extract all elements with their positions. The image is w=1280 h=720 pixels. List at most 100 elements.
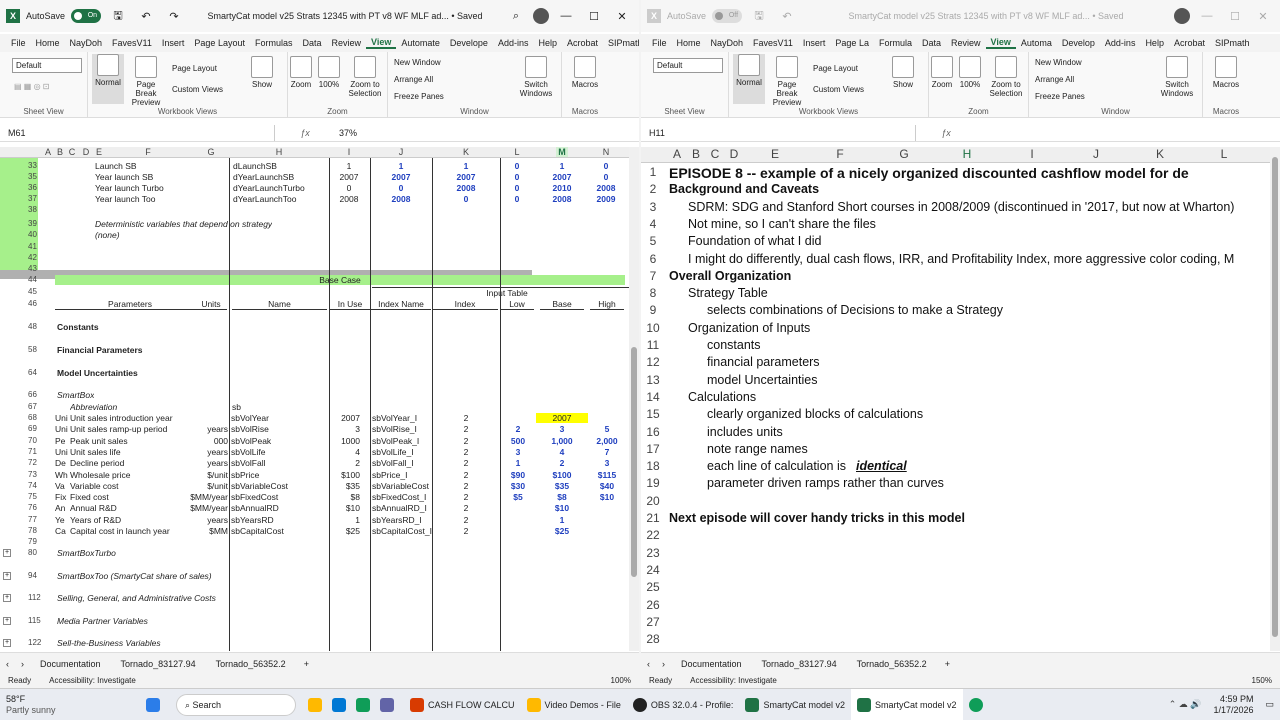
edge-icon[interactable] xyxy=(332,697,346,712)
menu-tab-page-layout[interactable]: Page Layout xyxy=(189,38,250,48)
normal-view-button[interactable]: Normal xyxy=(733,54,765,104)
row-number[interactable]: 41 xyxy=(28,242,82,251)
col-header[interactable]: E xyxy=(93,147,105,157)
col-header[interactable]: L xyxy=(511,147,523,157)
teams-icon[interactable] xyxy=(380,697,394,712)
row-number[interactable]: 5 xyxy=(641,234,665,248)
row-number[interactable]: 79 xyxy=(28,537,82,546)
file-explorer-icon[interactable] xyxy=(308,697,322,712)
param-base[interactable]: $25 xyxy=(536,526,588,536)
param-base[interactable]: 3 xyxy=(536,424,588,434)
col-header[interactable]: H xyxy=(961,147,973,161)
row-number[interactable]: 40 xyxy=(28,230,82,239)
col-header[interactable]: H xyxy=(273,147,285,157)
row-number[interactable]: 28 xyxy=(641,632,665,646)
page-layout-button[interactable]: Page Layout xyxy=(172,64,217,73)
menu-tab-review[interactable]: Review xyxy=(327,38,367,48)
row-number[interactable]: 43 xyxy=(28,264,82,273)
scroll-thumb[interactable] xyxy=(1272,157,1278,637)
sheet-tab-0[interactable]: Documentation xyxy=(671,659,752,669)
page-break-button[interactable]: Page Break Preview xyxy=(126,56,166,107)
param-low[interactable]: 2 xyxy=(503,424,533,434)
row-number[interactable]: 22 xyxy=(641,528,665,542)
param-base[interactable]: 2007 xyxy=(536,413,588,423)
row-number[interactable]: 11 xyxy=(641,338,665,352)
col-header[interactable]: B xyxy=(54,147,66,157)
menu-tab-insert[interactable]: Insert xyxy=(157,38,190,48)
avatar[interactable] xyxy=(1174,8,1190,24)
zoom-button[interactable]: Zoom xyxy=(929,56,955,89)
menu-tab-formula[interactable]: Formula xyxy=(874,38,917,48)
row-number[interactable]: 36 xyxy=(28,183,82,192)
accessibility-status[interactable]: Accessibility: Investigate xyxy=(690,676,777,685)
row-number[interactable]: 38 xyxy=(28,205,82,214)
show-button[interactable]: Show xyxy=(887,56,919,89)
worksheet-grid[interactable]: ABCDEFGHIJKLMN 33 Launch SB dLaunchSB 1 1 1 0 1… xyxy=(0,147,639,651)
col-header[interactable]: D xyxy=(80,147,92,157)
scroll-thumb[interactable] xyxy=(631,347,637,577)
col-header[interactable]: J xyxy=(395,147,407,157)
chrome-icon[interactable] xyxy=(356,697,370,712)
taskbar-item-obs[interactable]: OBS 32.0.4 - Profile: xyxy=(627,689,740,720)
col-header[interactable]: L xyxy=(1218,147,1230,161)
row-number[interactable]: 37 xyxy=(28,194,82,203)
show-button[interactable]: Show xyxy=(246,56,278,89)
param-high[interactable]: 7 xyxy=(592,447,622,457)
freeze-panes-button[interactable]: Freeze Panes xyxy=(394,92,444,101)
param-base[interactable]: $35 xyxy=(536,481,588,491)
macros-button[interactable]: Macros xyxy=(566,56,604,89)
sheet-tab-2[interactable]: Tornado_56352.2 xyxy=(847,659,937,669)
sheet-view-select[interactable]: Default xyxy=(12,58,82,73)
avatar[interactable] xyxy=(533,8,549,24)
sheet-tab-1[interactable]: Tornado_83127.94 xyxy=(752,659,847,669)
col-header[interactable]: F xyxy=(834,147,846,161)
param-high[interactable]: $115 xyxy=(592,470,622,480)
menu-tab-develop[interactable]: Develop xyxy=(1057,38,1100,48)
col-header[interactable]: A xyxy=(671,147,683,161)
param-low[interactable]: $30 xyxy=(503,481,533,491)
save-icon[interactable]: 🖫 xyxy=(748,7,770,26)
zoom-selection-button[interactable]: Zoom to Selection xyxy=(985,56,1027,98)
taskbar-item-excel1[interactable]: SmartyCat model v2 xyxy=(739,689,851,720)
row-number[interactable]: 44 xyxy=(28,275,82,284)
row-number[interactable]: 7 xyxy=(641,269,665,283)
expand-icon[interactable]: + xyxy=(3,616,11,625)
menu-tab-review[interactable]: Review xyxy=(946,38,986,48)
minimize-icon[interactable]: — xyxy=(555,10,577,22)
menu-tab-formulas[interactable]: Formulas xyxy=(250,38,298,48)
expand-icon[interactable]: + xyxy=(3,549,11,557)
fx-icon[interactable]: ƒx xyxy=(916,128,976,138)
menu-tab-home[interactable]: Home xyxy=(31,38,65,48)
page-layout-button[interactable]: Page Layout xyxy=(813,64,858,73)
param-low[interactable]: $90 xyxy=(503,470,533,480)
param-high[interactable]: 3 xyxy=(592,458,622,468)
zoom-button[interactable]: Zoom xyxy=(288,56,314,89)
menu-tab-naydoh[interactable]: NayDoh xyxy=(706,38,749,48)
name-box[interactable]: H11 xyxy=(641,125,916,141)
undo-icon[interactable]: ↶ xyxy=(776,10,798,23)
row-number[interactable]: 19 xyxy=(641,476,665,490)
row-number[interactable]: 3 xyxy=(641,200,665,214)
name-box[interactable]: M61 xyxy=(0,125,275,141)
expand-icon[interactable]: + xyxy=(3,639,11,647)
arrange-all-button[interactable]: Arrange All xyxy=(394,75,433,84)
macros-button[interactable]: Macros xyxy=(1207,56,1245,89)
param-base[interactable]: 2 xyxy=(536,458,588,468)
param-low[interactable]: 1 xyxy=(503,458,533,468)
menu-tab-acrobat[interactable]: Acrobat xyxy=(1169,38,1210,48)
col-header[interactable]: G xyxy=(205,147,217,157)
menu-tab-develope[interactable]: Develope xyxy=(445,38,493,48)
weather-widget[interactable]: 58°F Partly sunny xyxy=(0,689,140,720)
row-number[interactable]: 23 xyxy=(641,546,665,560)
row-number[interactable]: 9 xyxy=(641,303,665,317)
col-header[interactable]: N xyxy=(600,147,612,157)
new-window-button[interactable]: New Window xyxy=(1035,58,1082,67)
chrome-taskbar[interactable] xyxy=(963,689,993,720)
start-button[interactable] xyxy=(140,689,170,720)
row-number[interactable]: 20 xyxy=(641,494,665,508)
menu-tab-view[interactable]: View xyxy=(366,37,397,49)
row-number[interactable]: 12 xyxy=(641,355,665,369)
row-number[interactable]: 2 xyxy=(641,182,665,196)
tab-prev-arrow[interactable]: ‹ xyxy=(0,659,15,669)
row-number[interactable]: 27 xyxy=(641,615,665,629)
